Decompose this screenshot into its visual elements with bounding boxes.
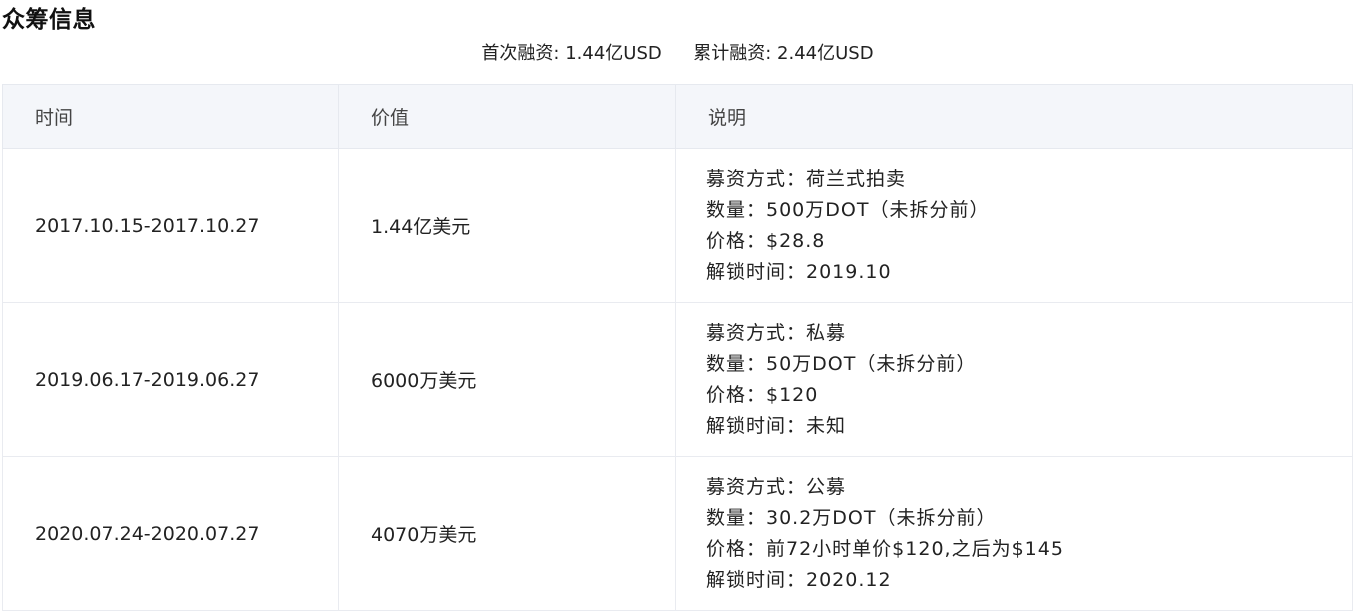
table-row: 2017.10.15-2017.10.27 1.44亿美元 募资方式：荷兰式拍卖… bbox=[2, 148, 1353, 303]
desc-unlock-time: 解锁时间：2019.10 bbox=[706, 260, 892, 283]
cell-description: 募资方式：公募 数量：30.2万DOT（未拆分前） 价格：前72小时单价$120… bbox=[675, 456, 1353, 611]
desc-quantity: 数量：30.2万DOT（未拆分前） bbox=[706, 506, 997, 529]
desc-unlock-time: 解锁时间：未知 bbox=[706, 414, 847, 437]
cell-description: 募资方式：私募 数量：50万DOT（未拆分前） 价格：$120 解锁时间：未知 bbox=[675, 302, 1353, 457]
funding-table: 时间 价值 说明 2017.10.15-2017.10.27 1.44亿美元 募… bbox=[2, 84, 1353, 611]
header-time: 时间 bbox=[2, 84, 339, 149]
crowdfunding-section: 众筹信息 首次融资: 1.44亿USD 累计融资: 2.44亿USD 时间 价值… bbox=[0, 0, 1355, 613]
desc-price: 价格：$28.8 bbox=[706, 229, 826, 252]
header-value: 价值 bbox=[338, 84, 676, 149]
first-funding-value: 1.44亿USD bbox=[565, 43, 662, 64]
table-header-row: 时间 价值 说明 bbox=[2, 84, 1353, 149]
total-funding-value: 2.44亿USD bbox=[777, 43, 874, 64]
total-funding-label: 累计融资: bbox=[693, 43, 772, 64]
desc-method: 募资方式：荷兰式拍卖 bbox=[706, 167, 907, 190]
header-description: 说明 bbox=[675, 84, 1353, 149]
cell-time: 2017.10.15-2017.10.27 bbox=[2, 148, 339, 303]
table-row: 2020.07.24-2020.07.27 4070万美元 募资方式：公募 数量… bbox=[2, 456, 1353, 611]
cell-value: 6000万美元 bbox=[338, 302, 676, 457]
desc-quantity: 数量：500万DOT（未拆分前） bbox=[706, 198, 990, 221]
cell-description: 募资方式：荷兰式拍卖 数量：500万DOT（未拆分前） 价格：$28.8 解锁时… bbox=[675, 148, 1353, 303]
first-funding-label: 首次融资: bbox=[481, 43, 560, 64]
cell-time: 2020.07.24-2020.07.27 bbox=[2, 456, 339, 611]
desc-method: 募资方式：公募 bbox=[706, 475, 847, 498]
desc-method: 募资方式：私募 bbox=[706, 321, 847, 344]
desc-price: 价格：前72小时单价$120,之后为$145 bbox=[706, 537, 1064, 560]
cell-value: 1.44亿美元 bbox=[338, 148, 676, 303]
cell-time: 2019.06.17-2019.06.27 bbox=[2, 302, 339, 457]
page-title: 众筹信息 bbox=[2, 7, 96, 33]
cell-value: 4070万美元 bbox=[338, 456, 676, 611]
desc-unlock-time: 解锁时间：2020.12 bbox=[706, 568, 892, 591]
funding-summary: 首次融资: 1.44亿USD 累计融资: 2.44亿USD bbox=[0, 40, 1355, 68]
desc-quantity: 数量：50万DOT（未拆分前） bbox=[706, 352, 977, 375]
desc-price: 价格：$120 bbox=[706, 383, 819, 406]
table-row: 2019.06.17-2019.06.27 6000万美元 募资方式：私募 数量… bbox=[2, 302, 1353, 457]
